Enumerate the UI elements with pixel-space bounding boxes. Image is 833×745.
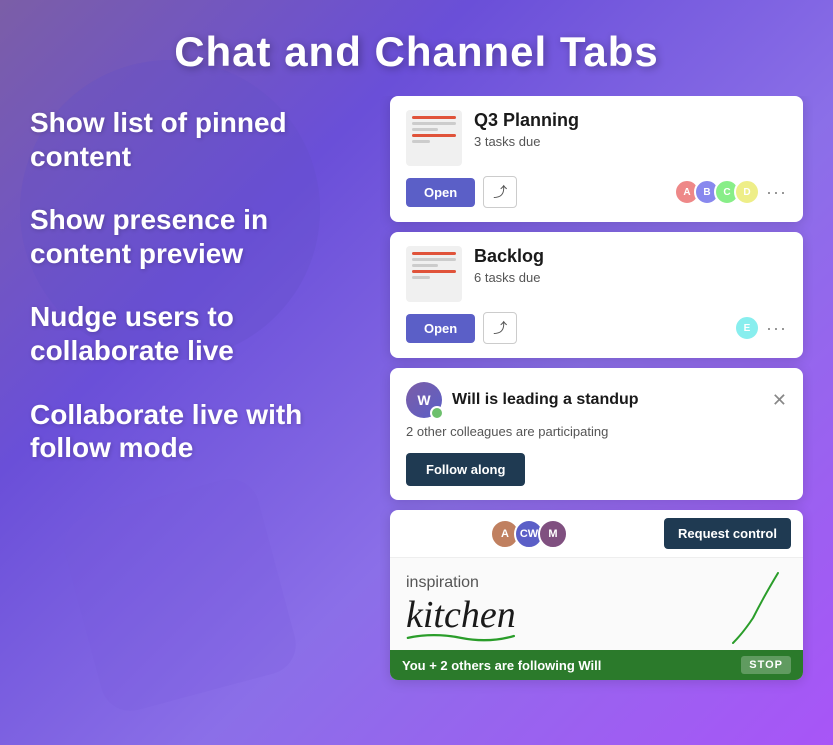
feature-presence: Show presence in content preview [30, 203, 360, 270]
bl-thumb-line-1 [412, 252, 456, 255]
share-icon-2: ⤴ [493, 318, 507, 338]
q3-info: Q3 Planning 3 tasks due [474, 110, 787, 149]
backlog-card: Backlog 6 tasks due Open ⤴ E ··· [390, 232, 803, 358]
kitchen-word: kitchen [406, 596, 516, 634]
bl-thumb-line-2 [412, 258, 456, 261]
feature-follow: Collaborate live with follow mode [30, 398, 360, 465]
right-panel: Q3 Planning 3 tasks due Open ⤴ A B C D ·… [380, 96, 813, 741]
page-title: Chat and Channel Tabs [0, 0, 833, 96]
thumb-line-3 [412, 128, 438, 131]
share-icon: ⤴ [493, 182, 507, 202]
live-content: inspiration kitchen [390, 558, 803, 650]
backlog-actions: Open ⤴ E ··· [406, 312, 787, 344]
standup-header: W Will is leading a standup ✕ [406, 382, 787, 418]
q3-more-button[interactable]: ··· [766, 182, 787, 203]
standup-left: W Will is leading a standup [406, 382, 639, 418]
standup-card: W Will is leading a standup ✕ 2 other co… [390, 368, 803, 500]
backlog-info: Backlog 6 tasks due [474, 246, 787, 285]
thumb-line-5 [412, 140, 430, 143]
decorative-line [723, 568, 783, 653]
q3-avatar-group: A B C D [674, 179, 760, 205]
q3-subtitle: 3 tasks due [474, 134, 787, 149]
q3-share-button[interactable]: ⤴ [483, 176, 517, 208]
kitchen-underline-svg [406, 630, 516, 642]
backlog-avatar-1: E [734, 315, 760, 341]
backlog-subtitle: 6 tasks due [474, 270, 787, 285]
thumb-line-2 [412, 122, 456, 125]
follow-along-button[interactable]: Follow along [406, 453, 525, 486]
bl-thumb-line-4 [412, 270, 456, 273]
backlog-thumbnail [406, 246, 462, 302]
main-layout: Show list of pinned content Show presenc… [0, 96, 833, 741]
standup-close-button[interactable]: ✕ [772, 391, 787, 409]
backlog-open-button[interactable]: Open [406, 314, 475, 343]
standup-subtitle: 2 other colleagues are participating [406, 424, 787, 439]
bl-thumb-line-5 [412, 276, 430, 279]
live-toolbar: A CW M Request control [390, 510, 803, 558]
q3-thumbnail [406, 110, 462, 166]
backlog-more-button[interactable]: ··· [766, 318, 787, 339]
q3-title: Q3 Planning [474, 110, 787, 131]
q3-card-right: A B C D ··· [674, 179, 787, 205]
feature-nudge: Nudge users to collaborate live [30, 300, 360, 367]
backlog-card-right: E ··· [734, 315, 787, 341]
live-avatar-3: M [538, 519, 568, 549]
thumb-line-4 [412, 134, 456, 137]
q3-actions: Open ⤴ A B C D ··· [406, 176, 787, 208]
avatar-4: D [734, 179, 760, 205]
backlog-title: Backlog [474, 246, 787, 267]
q3-open-button[interactable]: Open [406, 178, 475, 207]
backlog-avatar-group: E [734, 315, 760, 341]
request-control-button[interactable]: Request control [664, 518, 791, 549]
feature-pinned: Show list of pinned content [30, 106, 360, 173]
bl-thumb-line-3 [412, 264, 438, 267]
will-avatar: W [406, 382, 442, 418]
following-bar: You + 2 others are following Will STOP [390, 650, 803, 680]
standup-title: Will is leading a standup [452, 391, 639, 409]
live-card: A CW M Request control inspiration kitch… [390, 510, 803, 680]
thumb-line-1 [412, 116, 456, 119]
presence-badge [430, 406, 444, 420]
following-text: You + 2 others are following Will [402, 658, 601, 673]
backlog-share-button[interactable]: ⤴ [483, 312, 517, 344]
q3-planning-card: Q3 Planning 3 tasks due Open ⤴ A B C D ·… [390, 96, 803, 222]
stop-button[interactable]: STOP [741, 656, 791, 674]
left-panel: Show list of pinned content Show presenc… [20, 96, 380, 741]
live-avatar-group: A CW M [402, 519, 656, 549]
